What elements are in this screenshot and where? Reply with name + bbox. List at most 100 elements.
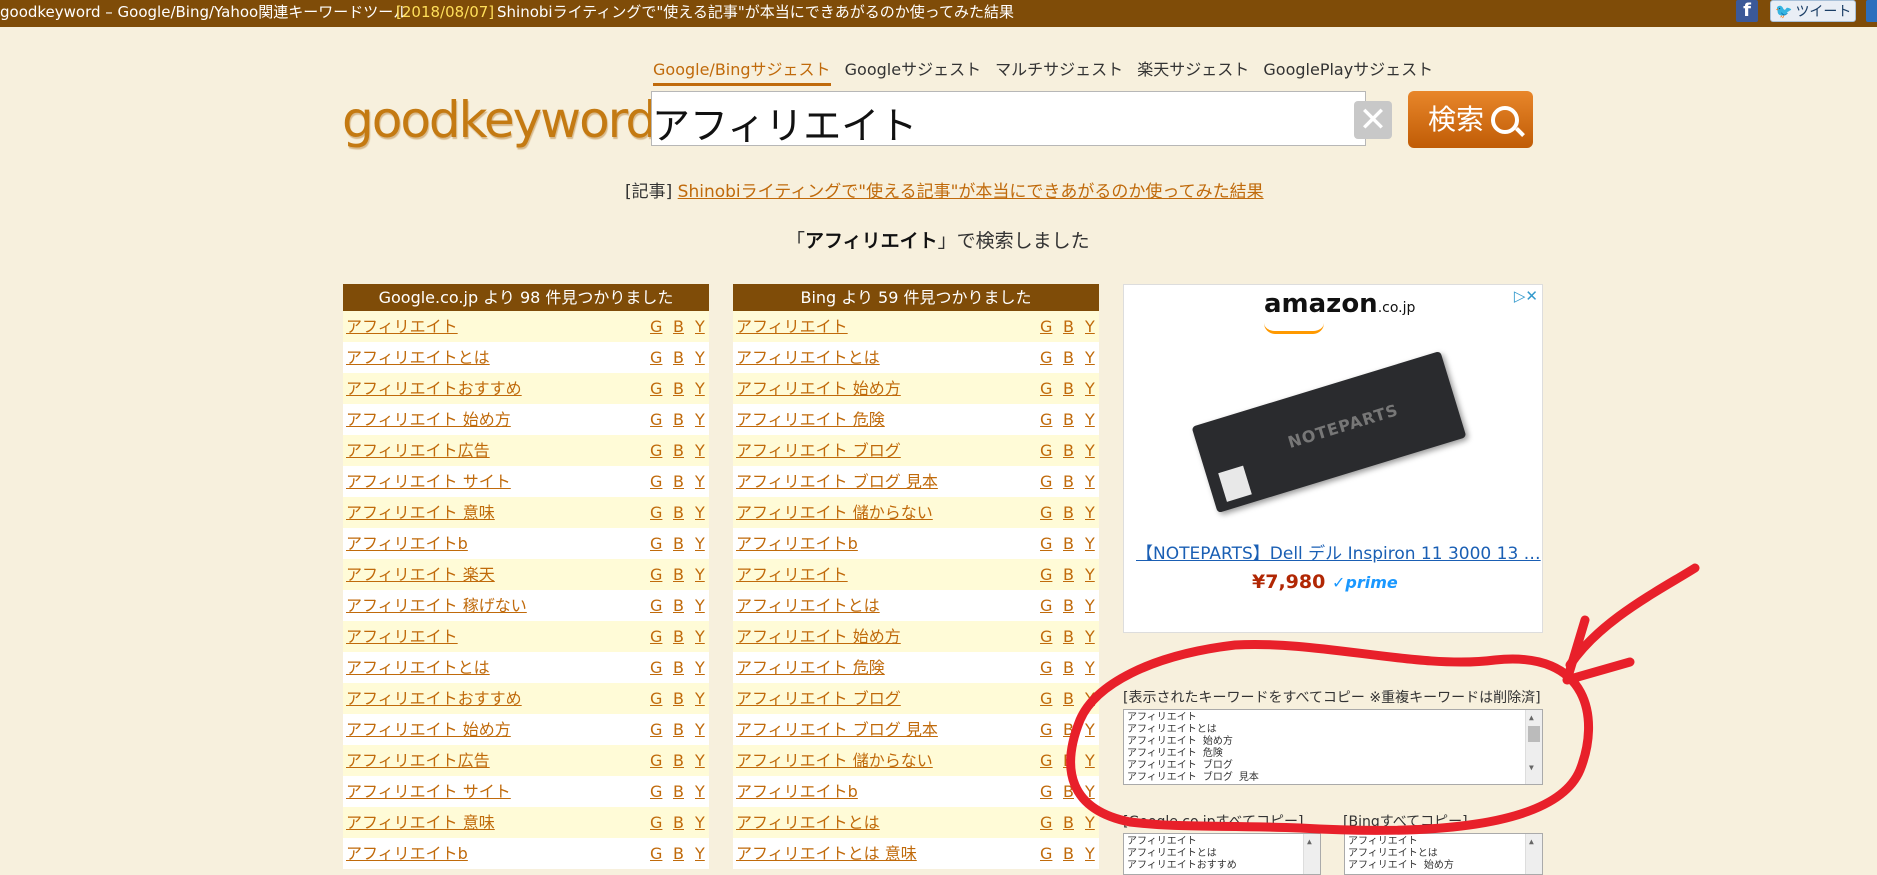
- google-search-link[interactable]: G: [1040, 466, 1052, 497]
- bing-keyword-link[interactable]: アフィリエイト 儲からない: [736, 497, 933, 528]
- google-search-link[interactable]: G: [1040, 838, 1052, 869]
- yahoo-search-link[interactable]: Y: [695, 435, 705, 466]
- google-search-link[interactable]: G: [650, 435, 662, 466]
- google-search-link[interactable]: G: [650, 311, 662, 342]
- search-button[interactable]: 検索: [1408, 91, 1533, 148]
- google-search-link[interactable]: G: [1040, 683, 1052, 714]
- tab-google-bing[interactable]: Google/Bingサジェスト: [653, 56, 831, 86]
- yahoo-search-link[interactable]: Y: [695, 466, 705, 497]
- google-search-link[interactable]: G: [1040, 435, 1052, 466]
- copy-google-textarea[interactable]: アフィリエイト アフィリエイトとは アフィリエイトおすすめ ▲: [1123, 833, 1321, 875]
- google-keyword-link[interactable]: アフィリエイト広告: [346, 435, 490, 466]
- google-search-link[interactable]: G: [1040, 776, 1052, 807]
- google-search-link[interactable]: G: [1040, 373, 1052, 404]
- scroll-thumb[interactable]: [1528, 726, 1540, 742]
- bing-search-link[interactable]: B: [1063, 776, 1074, 807]
- yahoo-search-link[interactable]: Y: [695, 745, 705, 776]
- product-title-link[interactable]: 【NOTEPARTS】Dell デル Inspiron 11 3000 13 …: [1136, 539, 1541, 564]
- google-search-link[interactable]: G: [650, 807, 662, 838]
- bing-keyword-link[interactable]: アフィリエイト ブログ 見本: [736, 466, 938, 497]
- google-keyword-link[interactable]: アフィリエイト 意味: [346, 497, 495, 528]
- google-search-link[interactable]: G: [650, 683, 662, 714]
- bing-search-link[interactable]: B: [1063, 714, 1074, 745]
- yahoo-search-link[interactable]: Y: [695, 776, 705, 807]
- google-search-link[interactable]: G: [650, 404, 662, 435]
- scroll-down-icon[interactable]: ▼: [1529, 762, 1534, 774]
- yahoo-search-link[interactable]: Y: [1085, 559, 1095, 590]
- bing-search-link[interactable]: B: [1063, 807, 1074, 838]
- bing-search-link[interactable]: B: [673, 466, 684, 497]
- textarea-scrollbar[interactable]: ▲: [1303, 834, 1320, 874]
- bing-search-link[interactable]: B: [1063, 559, 1074, 590]
- yahoo-search-link[interactable]: Y: [1085, 435, 1095, 466]
- tab-googleplay[interactable]: GooglePlayサジェスト: [1263, 56, 1433, 83]
- yahoo-search-link[interactable]: Y: [1085, 838, 1095, 869]
- google-search-link[interactable]: G: [650, 466, 662, 497]
- google-keyword-link[interactable]: アフィリエイト 始め方: [346, 714, 511, 745]
- copy-bing-textarea[interactable]: アフィリエイト アフィリエイトとは アフィリエイト 始め方 ▲: [1344, 833, 1543, 875]
- bing-keyword-link[interactable]: アフィリエイトb: [736, 776, 858, 807]
- tab-google[interactable]: Googleサジェスト: [845, 56, 981, 83]
- yahoo-search-link[interactable]: Y: [695, 404, 705, 435]
- bing-keyword-link[interactable]: アフィリエイトとは 意味: [736, 838, 917, 869]
- bing-search-link[interactable]: B: [1063, 342, 1074, 373]
- bing-keyword-link[interactable]: アフィリエイトb: [736, 528, 858, 559]
- bing-search-link[interactable]: B: [673, 559, 684, 590]
- bing-search-link[interactable]: B: [673, 373, 684, 404]
- bing-keyword-link[interactable]: アフィリエイト 儲からない: [736, 745, 933, 776]
- yahoo-search-link[interactable]: Y: [695, 807, 705, 838]
- google-keyword-link[interactable]: アフィリエイト 楽天: [346, 559, 495, 590]
- amazon-ad[interactable]: amazon.co.jp ▷✕ NOTEPARTS 【NOTEPARTS】Del…: [1123, 284, 1543, 633]
- bing-keyword-link[interactable]: アフィリエイトとは: [736, 590, 880, 621]
- bing-search-link[interactable]: B: [673, 621, 684, 652]
- yahoo-search-link[interactable]: Y: [695, 683, 705, 714]
- product-image[interactable]: NOTEPARTS: [1179, 347, 1469, 522]
- yahoo-search-link[interactable]: Y: [1085, 404, 1095, 435]
- bing-search-link[interactable]: B: [673, 745, 684, 776]
- google-search-link[interactable]: G: [650, 621, 662, 652]
- bing-search-link[interactable]: B: [1063, 590, 1074, 621]
- google-search-link[interactable]: G: [1040, 497, 1052, 528]
- google-search-link[interactable]: G: [650, 652, 662, 683]
- google-search-link[interactable]: G: [1040, 807, 1052, 838]
- bing-keyword-link[interactable]: アフィリエイト ブログ: [736, 435, 901, 466]
- bing-search-link[interactable]: B: [1063, 466, 1074, 497]
- bing-search-link[interactable]: B: [1063, 373, 1074, 404]
- yahoo-search-link[interactable]: Y: [1085, 342, 1095, 373]
- yahoo-search-link[interactable]: Y: [695, 838, 705, 869]
- bing-search-link[interactable]: B: [673, 342, 684, 373]
- scroll-up-icon[interactable]: ▲: [1529, 836, 1534, 848]
- bing-search-link[interactable]: B: [673, 435, 684, 466]
- yahoo-search-link[interactable]: Y: [1085, 683, 1095, 714]
- adchoices-icon[interactable]: ▷✕: [1514, 287, 1538, 305]
- google-search-link[interactable]: G: [650, 373, 662, 404]
- yahoo-search-link[interactable]: Y: [695, 621, 705, 652]
- google-keyword-link[interactable]: アフィリエイト: [346, 621, 458, 652]
- bing-search-link[interactable]: B: [673, 590, 684, 621]
- yahoo-search-link[interactable]: Y: [1085, 311, 1095, 342]
- yahoo-search-link[interactable]: Y: [695, 559, 705, 590]
- google-search-link[interactable]: G: [1040, 559, 1052, 590]
- google-keyword-link[interactable]: アフィリエイトb: [346, 838, 468, 869]
- yahoo-search-link[interactable]: Y: [1085, 776, 1095, 807]
- bing-search-link[interactable]: B: [673, 404, 684, 435]
- yahoo-search-link[interactable]: Y: [1085, 621, 1095, 652]
- bing-keyword-link[interactable]: アフィリエイト 危険: [736, 404, 885, 435]
- bing-keyword-link[interactable]: アフィリエイト ブログ: [736, 683, 901, 714]
- bing-search-link[interactable]: B: [1063, 528, 1074, 559]
- bing-search-link[interactable]: B: [673, 807, 684, 838]
- google-search-link[interactable]: G: [1040, 652, 1052, 683]
- google-search-link[interactable]: G: [1040, 342, 1052, 373]
- tweet-button[interactable]: 🐦 ツイート: [1770, 0, 1856, 22]
- yahoo-search-link[interactable]: Y: [695, 714, 705, 745]
- google-keyword-link[interactable]: アフィリエイトb: [346, 528, 468, 559]
- yahoo-search-link[interactable]: Y: [695, 373, 705, 404]
- google-search-link[interactable]: G: [650, 342, 662, 373]
- bing-keyword-link[interactable]: アフィリエイト: [736, 559, 848, 590]
- google-keyword-link[interactable]: アフィリエイトおすすめ: [346, 683, 522, 714]
- article-link[interactable]: Shinobiライティングで"使える記事"が本当にできあがるのか使ってみた結果: [678, 182, 1264, 202]
- google-keyword-link[interactable]: アフィリエイト サイト: [346, 776, 511, 807]
- bing-keyword-link[interactable]: アフィリエイト 始め方: [736, 621, 901, 652]
- google-keyword-link[interactable]: アフィリエイトとは: [346, 342, 490, 373]
- google-search-link[interactable]: G: [1040, 745, 1052, 776]
